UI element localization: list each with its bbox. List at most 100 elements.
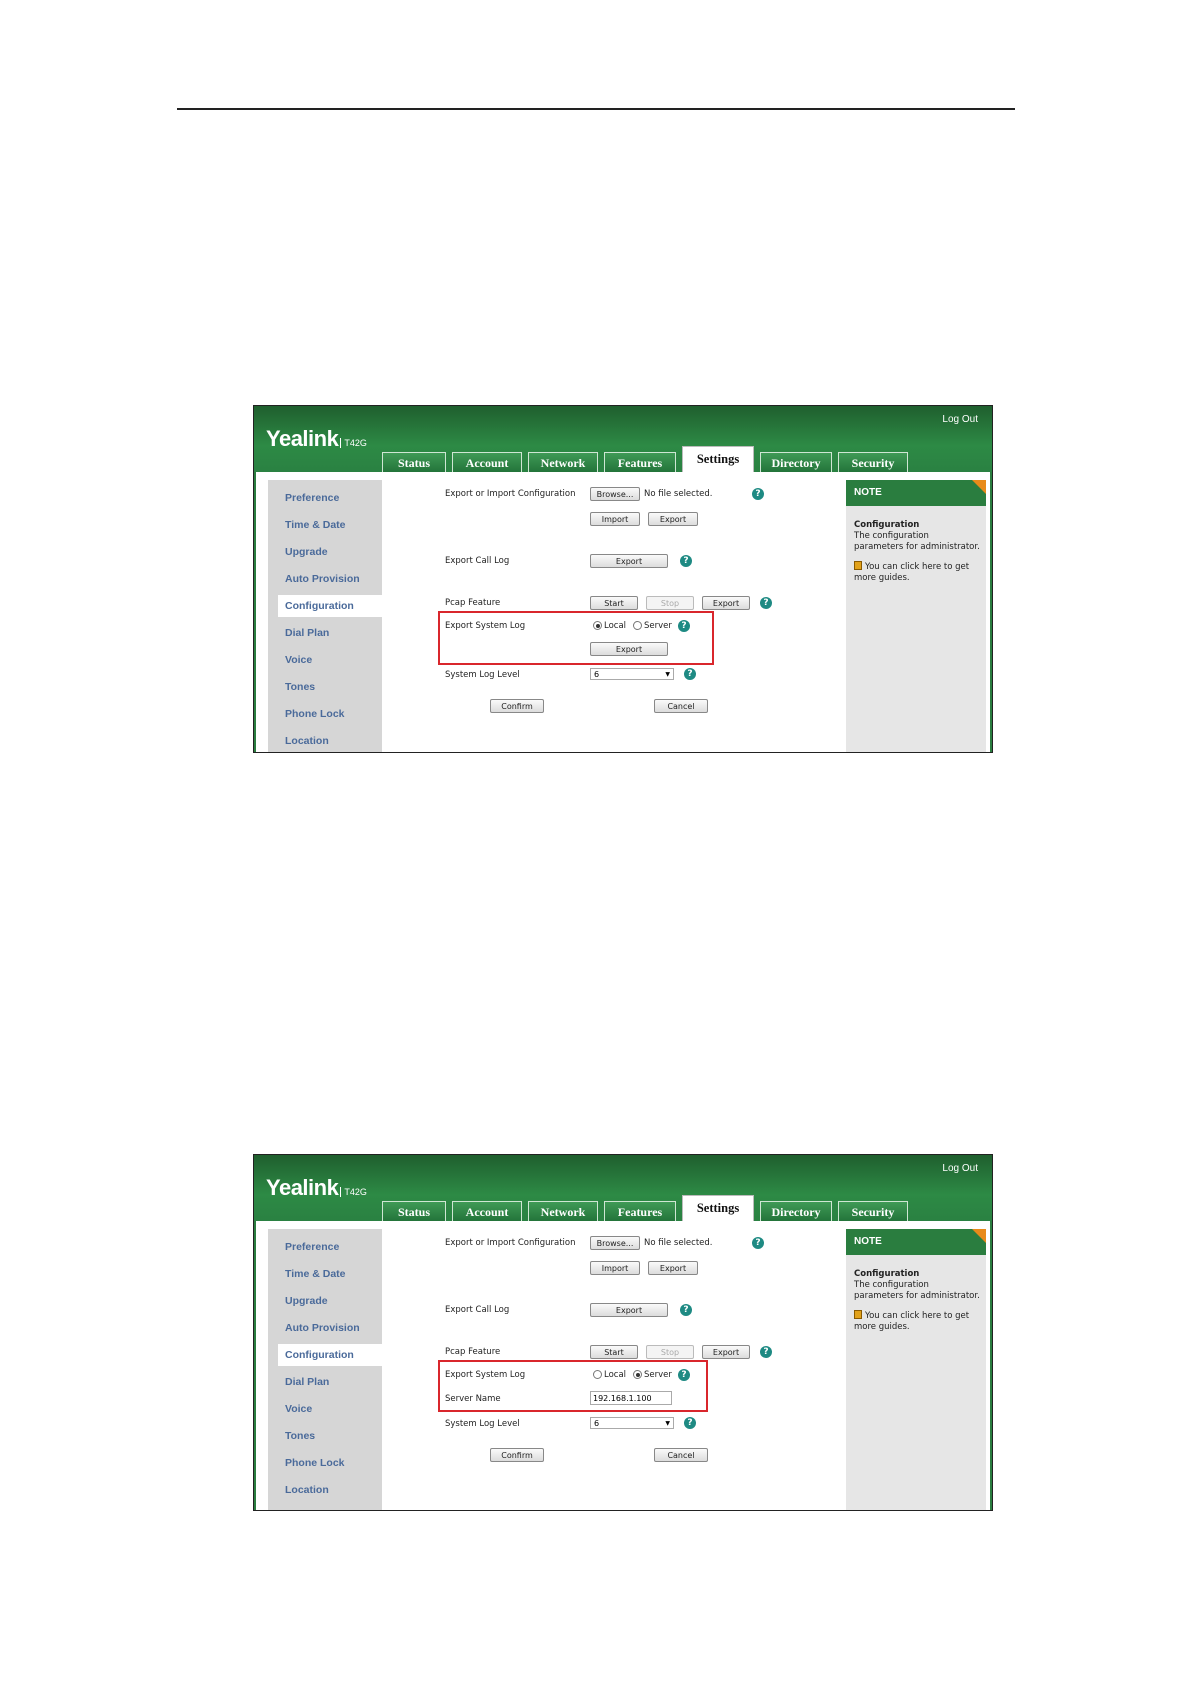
- export-config-button[interactable]: Export: [648, 1261, 698, 1275]
- logout-link[interactable]: Log Out: [942, 414, 978, 425]
- export-call-log-button[interactable]: Export: [590, 554, 668, 568]
- pcap-export-button[interactable]: Export: [702, 1345, 750, 1359]
- screenshot-local: Yealink T42G Log Out Status Account Netwo…: [253, 405, 993, 753]
- export-import-label: Export or Import Configuration: [445, 1238, 576, 1248]
- sidebar-item-preference[interactable]: Preference: [268, 487, 382, 509]
- sidebar-item-voice[interactable]: Voice: [268, 1398, 382, 1420]
- tab-directory[interactable]: Directory: [760, 1201, 832, 1221]
- tab-network[interactable]: Network: [528, 1201, 598, 1221]
- pcap-start-button[interactable]: Start: [590, 1345, 638, 1359]
- help-icon[interactable]: ?: [752, 488, 764, 500]
- tab-account[interactable]: Account: [452, 452, 522, 472]
- help-icon[interactable]: ?: [678, 620, 690, 632]
- log-level-select[interactable]: 6 ▼: [590, 1417, 674, 1429]
- help-icon[interactable]: ?: [760, 1346, 772, 1358]
- tab-security[interactable]: Security: [838, 452, 908, 472]
- note-body: Configuration The configuration paramete…: [854, 520, 980, 584]
- help-icon[interactable]: ?: [678, 1369, 690, 1381]
- note-guide-link[interactable]: You can click here to get more guides.: [854, 561, 980, 584]
- sidebar-item-dial-plan[interactable]: Dial Plan: [268, 622, 382, 644]
- tab-settings[interactable]: Settings: [682, 1195, 754, 1221]
- config-form: Export or Import Configuration Browse...…: [388, 1221, 838, 1510]
- sidebar-item-time-date[interactable]: Time & Date: [268, 1263, 382, 1285]
- content-area: Preference Time & Date Upgrade Auto Prov…: [256, 472, 990, 752]
- server-name-input[interactable]: 192.168.1.100: [590, 1391, 672, 1405]
- sidebar-item-phone-lock[interactable]: Phone Lock: [268, 703, 382, 725]
- help-icon[interactable]: ?: [752, 1237, 764, 1249]
- tab-settings[interactable]: Settings: [682, 446, 754, 472]
- cancel-button[interactable]: Cancel: [654, 699, 708, 713]
- browse-button[interactable]: Browse...: [590, 1236, 640, 1250]
- radio-local[interactable]: [593, 621, 602, 630]
- note-corner: [972, 480, 986, 494]
- pcap-stop-button[interactable]: Stop: [646, 1345, 694, 1359]
- pcap-export-button[interactable]: Export: [702, 596, 750, 610]
- sidebar-item-upgrade[interactable]: Upgrade: [268, 1290, 382, 1312]
- sidebar-item-configuration[interactable]: Configuration: [278, 1344, 392, 1366]
- confirm-button[interactable]: Confirm: [490, 1448, 544, 1462]
- note-header: NOTE: [846, 480, 986, 506]
- import-button[interactable]: Import: [590, 512, 640, 526]
- log-level-select[interactable]: 6 ▼: [590, 668, 674, 680]
- radio-local[interactable]: [593, 1370, 602, 1379]
- help-icon[interactable]: ?: [680, 1304, 692, 1316]
- sidebar-item-time-date[interactable]: Time & Date: [268, 514, 382, 536]
- sidebar-item-location[interactable]: Location: [268, 1479, 382, 1501]
- tab-account[interactable]: Account: [452, 1201, 522, 1221]
- content-area: Preference Time & Date Upgrade Auto Prov…: [256, 1221, 990, 1510]
- sidebar-item-preference[interactable]: Preference: [268, 1236, 382, 1258]
- page-header-rule: [177, 108, 1015, 110]
- system-log-level-label: System Log Level: [445, 670, 520, 680]
- sidebar-item-dial-plan[interactable]: Dial Plan: [268, 1371, 382, 1393]
- confirm-button[interactable]: Confirm: [490, 699, 544, 713]
- help-icon[interactable]: ?: [760, 597, 772, 609]
- tab-directory[interactable]: Directory: [760, 452, 832, 472]
- tab-features[interactable]: Features: [604, 452, 676, 472]
- tab-network[interactable]: Network: [528, 452, 598, 472]
- export-system-log-button[interactable]: Export: [590, 642, 668, 656]
- help-icon[interactable]: ?: [680, 555, 692, 567]
- sidebar-item-upgrade[interactable]: Upgrade: [268, 541, 382, 563]
- help-icon[interactable]: ?: [684, 1417, 696, 1429]
- note-panel: NOTE Configuration The configuration par…: [846, 480, 986, 752]
- logout-link[interactable]: Log Out: [942, 1163, 978, 1174]
- browse-button[interactable]: Browse...: [590, 487, 640, 501]
- import-button[interactable]: Import: [590, 1261, 640, 1275]
- note-body: Configuration The configuration paramete…: [854, 1269, 980, 1333]
- note-header: NOTE: [846, 1229, 986, 1255]
- radio-server-label: Server: [644, 621, 672, 631]
- export-call-log-button[interactable]: Export: [590, 1303, 668, 1317]
- sidebar-item-auto-provision[interactable]: Auto Provision: [268, 1317, 382, 1339]
- screenshot-server: Yealink T42G Log Out Status Account Netwo…: [253, 1154, 993, 1511]
- pcap-start-button[interactable]: Start: [590, 596, 638, 610]
- chevron-down-icon: ▼: [665, 671, 670, 678]
- tab-security[interactable]: Security: [838, 1201, 908, 1221]
- no-file-text: No file selected.: [644, 489, 713, 499]
- sidebar-item-tones[interactable]: Tones: [268, 676, 382, 698]
- export-config-button[interactable]: Export: [648, 512, 698, 526]
- help-icon[interactable]: ?: [684, 668, 696, 680]
- book-icon: [854, 561, 862, 570]
- sidebar: Preference Time & Date Upgrade Auto Prov…: [268, 480, 392, 752]
- tab-status[interactable]: Status: [382, 1201, 446, 1221]
- pcap-feature-label: Pcap Feature: [445, 598, 501, 608]
- cancel-button[interactable]: Cancel: [654, 1448, 708, 1462]
- radio-server[interactable]: [633, 621, 642, 630]
- export-system-log-label: Export System Log: [445, 621, 526, 631]
- yealink-logo: Yealink T42G: [266, 426, 367, 451]
- sidebar-item-phone-lock[interactable]: Phone Lock: [268, 1452, 382, 1474]
- server-name-label: Server Name: [445, 1394, 501, 1404]
- book-icon: [854, 1310, 862, 1319]
- sidebar-item-location[interactable]: Location: [268, 730, 382, 752]
- no-file-text: No file selected.: [644, 1238, 713, 1248]
- radio-server[interactable]: [633, 1370, 642, 1379]
- note-title: Configuration: [854, 520, 920, 530]
- sidebar-item-tones[interactable]: Tones: [268, 1425, 382, 1447]
- tab-status[interactable]: Status: [382, 452, 446, 472]
- sidebar-item-voice[interactable]: Voice: [268, 649, 382, 671]
- note-guide-link[interactable]: You can click here to get more guides.: [854, 1310, 980, 1333]
- sidebar-item-configuration[interactable]: Configuration: [278, 595, 392, 617]
- tab-features[interactable]: Features: [604, 1201, 676, 1221]
- pcap-stop-button[interactable]: Stop: [646, 596, 694, 610]
- sidebar-item-auto-provision[interactable]: Auto Provision: [268, 568, 382, 590]
